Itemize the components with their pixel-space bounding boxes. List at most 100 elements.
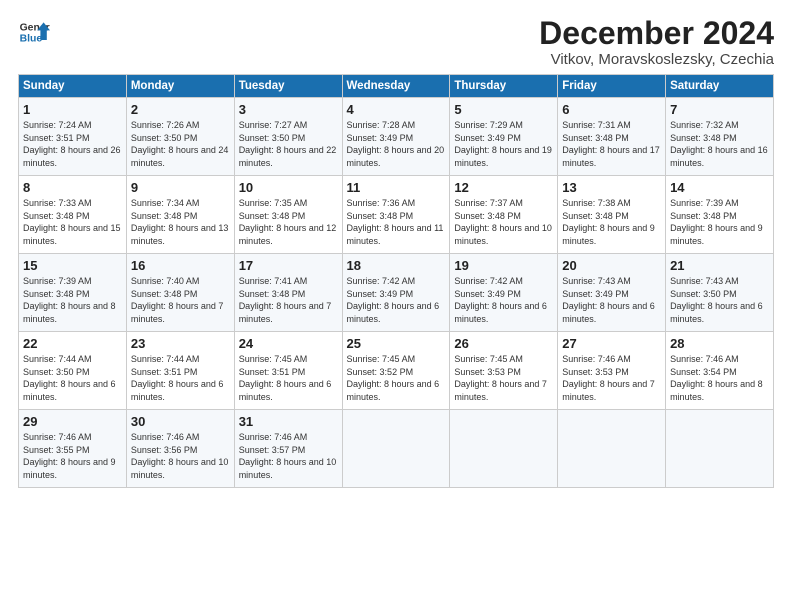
cell-info: Sunrise: 7:37 AMSunset: 3:48 PMDaylight:… [454, 197, 553, 247]
subtitle: Vitkov, Moravskoslezsky, Czechia [539, 51, 774, 68]
logo: General Blue [18, 16, 50, 48]
calendar-cell: 17 Sunrise: 7:41 AMSunset: 3:48 PMDayligh… [234, 254, 342, 332]
calendar-cell: 12 Sunrise: 7:37 AMSunset: 3:48 PMDayligh… [450, 176, 558, 254]
calendar-cell: 27Sunrise: 7:46 AMSunset: 3:53 PMDayligh… [558, 332, 666, 410]
header-day-wednesday: Wednesday [342, 75, 450, 98]
week-row-2: 8 Sunrise: 7:33 AMSunset: 3:48 PMDaylight… [19, 176, 774, 254]
calendar-cell: 3 Sunrise: 7:27 AMSunset: 3:50 PMDaylight… [234, 98, 342, 176]
day-number: 23 [131, 336, 230, 351]
cell-info: Sunrise: 7:46 AMSunset: 3:55 PMDaylight:… [23, 431, 122, 481]
cell-info: Sunrise: 7:36 AMSunset: 3:48 PMDaylight:… [347, 197, 446, 247]
header-day-friday: Friday [558, 75, 666, 98]
calendar-cell: 14Sunrise: 7:39 AMSunset: 3:48 PMDayligh… [666, 176, 774, 254]
calendar-body: 1Sunrise: 7:24 AMSunset: 3:51 PMDaylight… [19, 98, 774, 488]
day-number: 5 [454, 102, 553, 117]
cell-info: Sunrise: 7:27 AMSunset: 3:50 PMDaylight:… [239, 119, 338, 169]
day-number: 22 [23, 336, 122, 351]
calendar-cell [558, 410, 666, 488]
cell-info: Sunrise: 7:32 AMSunset: 3:48 PMDaylight:… [670, 119, 769, 169]
day-number: 24 [239, 336, 338, 351]
day-number: 21 [670, 258, 769, 273]
cell-info: Sunrise: 7:40 AMSunset: 3:48 PMDaylight:… [131, 275, 230, 325]
cell-info: Sunrise: 7:39 AMSunset: 3:48 PMDaylight:… [23, 275, 122, 325]
calendar-cell: 28 Sunrise: 7:46 AMSunset: 3:54 PMDayligh… [666, 332, 774, 410]
calendar-cell: 19 Sunrise: 7:42 AMSunset: 3:49 PMDayligh… [450, 254, 558, 332]
calendar-cell: 23Sunrise: 7:44 AMSunset: 3:51 PMDayligh… [126, 332, 234, 410]
calendar-cell: 20 Sunrise: 7:43 AMSunset: 3:49 PMDayligh… [558, 254, 666, 332]
day-number: 3 [239, 102, 338, 117]
day-number: 13 [562, 180, 661, 195]
day-number: 20 [562, 258, 661, 273]
day-number: 31 [239, 414, 338, 429]
calendar-cell: 29 Sunrise: 7:46 AMSunset: 3:55 PMDayligh… [19, 410, 127, 488]
cell-info: Sunrise: 7:31 AMSunset: 3:48 PMDaylight:… [562, 119, 661, 169]
day-number: 26 [454, 336, 553, 351]
calendar-cell: 22 Sunrise: 7:44 AMSunset: 3:50 PMDayligh… [19, 332, 127, 410]
cell-info: Sunrise: 7:41 AMSunset: 3:48 PMDaylight:… [239, 275, 338, 325]
day-number: 7 [670, 102, 769, 117]
svg-text:Blue: Blue [20, 34, 43, 45]
day-number: 15 [23, 258, 122, 273]
cell-info: Sunrise: 7:38 AMSunset: 3:48 PMDaylight:… [562, 197, 661, 247]
calendar-cell: 26Sunrise: 7:45 AMSunset: 3:53 PMDayligh… [450, 332, 558, 410]
day-number: 8 [23, 180, 122, 195]
calendar-cell [450, 410, 558, 488]
calendar-cell: 9Sunrise: 7:34 AMSunset: 3:48 PMDaylight… [126, 176, 234, 254]
header: General Blue December 2024 Vitkov, Morav… [18, 16, 774, 68]
calendar-cell: 8 Sunrise: 7:33 AMSunset: 3:48 PMDaylight… [19, 176, 127, 254]
title-block: December 2024 Vitkov, Moravskoslezsky, C… [539, 16, 774, 68]
week-row-3: 15 Sunrise: 7:39 AMSunset: 3:48 PMDayligh… [19, 254, 774, 332]
day-number: 4 [347, 102, 446, 117]
week-row-1: 1Sunrise: 7:24 AMSunset: 3:51 PMDaylight… [19, 98, 774, 176]
day-number: 11 [347, 180, 446, 195]
day-number: 12 [454, 180, 553, 195]
calendar-cell: 30 Sunrise: 7:46 AMSunset: 3:56 PMDayligh… [126, 410, 234, 488]
page: General Blue December 2024 Vitkov, Morav… [0, 0, 792, 498]
calendar-table: SundayMondayTuesdayWednesdayThursdayFrid… [18, 74, 774, 488]
cell-info: Sunrise: 7:43 AMSunset: 3:49 PMDaylight:… [562, 275, 661, 325]
calendar-cell: 25Sunrise: 7:45 AMSunset: 3:52 PMDayligh… [342, 332, 450, 410]
cell-info: Sunrise: 7:42 AMSunset: 3:49 PMDaylight:… [454, 275, 553, 325]
week-row-4: 22 Sunrise: 7:44 AMSunset: 3:50 PMDayligh… [19, 332, 774, 410]
cell-info: Sunrise: 7:46 AMSunset: 3:56 PMDaylight:… [131, 431, 230, 481]
cell-info: Sunrise: 7:35 AMSunset: 3:48 PMDaylight:… [239, 197, 338, 247]
day-number: 6 [562, 102, 661, 117]
calendar-cell: 13 Sunrise: 7:38 AMSunset: 3:48 PMDayligh… [558, 176, 666, 254]
cell-info: Sunrise: 7:28 AMSunset: 3:49 PMDaylight:… [347, 119, 446, 169]
day-number: 17 [239, 258, 338, 273]
cell-info: Sunrise: 7:26 AMSunset: 3:50 PMDaylight:… [131, 119, 230, 169]
calendar-cell: 7 Sunrise: 7:32 AMSunset: 3:48 PMDaylight… [666, 98, 774, 176]
cell-info: Sunrise: 7:45 AMSunset: 3:51 PMDaylight:… [239, 353, 338, 403]
calendar-cell: 21 Sunrise: 7:43 AMSunset: 3:50 PMDayligh… [666, 254, 774, 332]
cell-info: Sunrise: 7:46 AMSunset: 3:57 PMDaylight:… [239, 431, 338, 481]
day-number: 30 [131, 414, 230, 429]
calendar-cell: 4 Sunrise: 7:28 AMSunset: 3:49 PMDaylight… [342, 98, 450, 176]
cell-info: Sunrise: 7:46 AMSunset: 3:53 PMDaylight:… [562, 353, 661, 403]
day-number: 2 [131, 102, 230, 117]
calendar-cell: 6 Sunrise: 7:31 AMSunset: 3:48 PMDaylight… [558, 98, 666, 176]
header-day-thursday: Thursday [450, 75, 558, 98]
week-row-5: 29 Sunrise: 7:46 AMSunset: 3:55 PMDayligh… [19, 410, 774, 488]
logo-icon: General Blue [18, 16, 50, 48]
calendar-cell [666, 410, 774, 488]
calendar-cell: 16Sunrise: 7:40 AMSunset: 3:48 PMDayligh… [126, 254, 234, 332]
calendar-cell: 10 Sunrise: 7:35 AMSunset: 3:48 PMDayligh… [234, 176, 342, 254]
cell-info: Sunrise: 7:44 AMSunset: 3:50 PMDaylight:… [23, 353, 122, 403]
day-number: 28 [670, 336, 769, 351]
day-number: 19 [454, 258, 553, 273]
calendar-cell: 5Sunrise: 7:29 AMSunset: 3:49 PMDaylight… [450, 98, 558, 176]
calendar-cell: 31 Sunrise: 7:46 AMSunset: 3:57 PMDayligh… [234, 410, 342, 488]
day-number: 29 [23, 414, 122, 429]
calendar-cell: 15 Sunrise: 7:39 AMSunset: 3:48 PMDayligh… [19, 254, 127, 332]
header-day-sunday: Sunday [19, 75, 127, 98]
header-day-monday: Monday [126, 75, 234, 98]
cell-info: Sunrise: 7:24 AMSunset: 3:51 PMDaylight:… [23, 119, 122, 169]
cell-info: Sunrise: 7:46 AMSunset: 3:54 PMDaylight:… [670, 353, 769, 403]
day-number: 10 [239, 180, 338, 195]
calendar-cell [342, 410, 450, 488]
cell-info: Sunrise: 7:45 AMSunset: 3:52 PMDaylight:… [347, 353, 446, 403]
cell-info: Sunrise: 7:43 AMSunset: 3:50 PMDaylight:… [670, 275, 769, 325]
main-title: December 2024 [539, 16, 774, 51]
cell-info: Sunrise: 7:42 AMSunset: 3:49 PMDaylight:… [347, 275, 446, 325]
cell-info: Sunrise: 7:33 AMSunset: 3:48 PMDaylight:… [23, 197, 122, 247]
